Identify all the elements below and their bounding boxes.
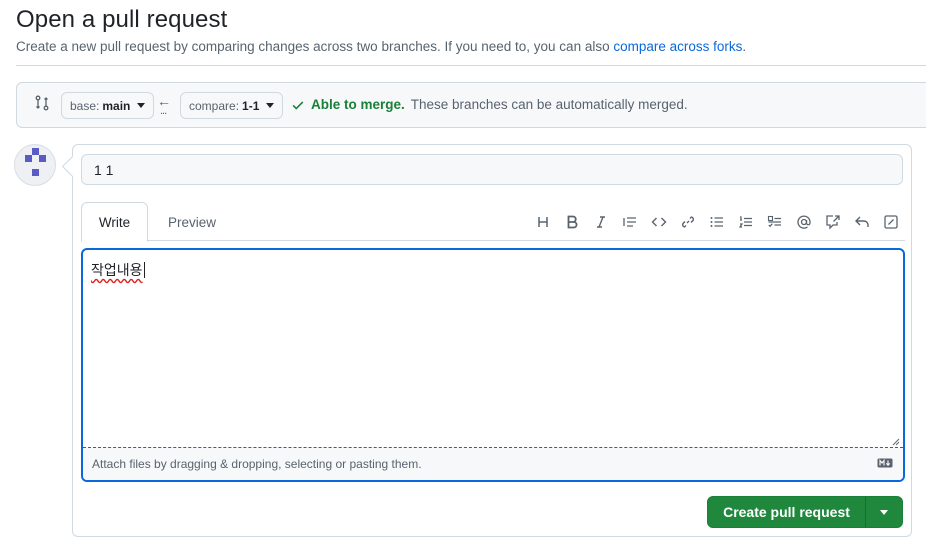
comment-body-text: 작업내용 <box>91 263 143 279</box>
compare-across-forks-link[interactable]: compare across forks <box>613 39 742 54</box>
merge-status-label: Able to merge. <box>311 97 405 112</box>
attach-files-bar[interactable]: Attach files by dragging & dropping, sel… <box>83 447 903 480</box>
heading-icon[interactable] <box>528 212 557 232</box>
link-icon[interactable] <box>673 212 702 232</box>
markdown-icon[interactable] <box>877 458 893 468</box>
bold-icon[interactable] <box>557 212 586 232</box>
resize-handle-icon[interactable] <box>892 438 900 446</box>
ordered-list-icon[interactable] <box>731 212 760 232</box>
git-compare-icon <box>35 95 49 111</box>
comment-editor[interactable]: 작업내용 Attach files by dragging & dropping… <box>81 248 905 482</box>
cross-reference-icon[interactable] <box>818 212 847 232</box>
create-pull-request-button[interactable]: Create pull request <box>707 496 903 528</box>
mention-icon[interactable] <box>789 212 818 232</box>
chevron-down-icon <box>137 103 146 108</box>
tab-preview[interactable]: Preview <box>155 202 229 242</box>
compare-value: 1-1 <box>242 98 260 113</box>
create-options-dropdown[interactable] <box>866 497 902 527</box>
fullscreen-icon[interactable] <box>876 212 905 232</box>
divider <box>16 65 926 66</box>
base-label: base: <box>70 98 100 113</box>
merge-status-message: These branches can be automatically merg… <box>410 97 688 112</box>
create-pull-request-label[interactable]: Create pull request <box>708 497 866 527</box>
chevron-down-icon <box>880 509 888 515</box>
pull-request-composer: Write Preview <box>72 144 912 537</box>
chevron-down-icon <box>266 103 275 108</box>
subtitle-text: Create a new pull request by comparing c… <box>16 39 614 54</box>
code-icon[interactable] <box>644 212 673 232</box>
attach-files-hint: Attach files by dragging & dropping, sel… <box>92 457 422 471</box>
branch-range-box: base: main ← ... compare: 1-1 Able to me… <box>16 82 926 128</box>
merge-status: Able to merge. These branches can be aut… <box>291 97 688 112</box>
italic-icon[interactable] <box>586 212 615 232</box>
page-title: Open a pull request <box>16 6 228 33</box>
base-value: main <box>102 98 131 113</box>
base-branch-select[interactable]: base: main <box>61 92 155 119</box>
text-cursor <box>143 262 145 278</box>
markdown-toolbar <box>528 212 905 232</box>
page-subtitle: Create a new pull request by comparing c… <box>16 39 746 54</box>
subtitle-end: . <box>742 39 747 54</box>
ellipsis-icon: ... <box>160 105 167 117</box>
avatar[interactable] <box>14 144 56 186</box>
unordered-list-icon[interactable] <box>702 212 731 232</box>
task-list-icon[interactable] <box>760 212 789 232</box>
reply-icon[interactable] <box>847 212 876 232</box>
compare-label: compare: <box>189 98 240 113</box>
check-icon <box>292 100 304 110</box>
comment-body[interactable]: 작업내용 <box>91 260 145 280</box>
quote-icon[interactable] <box>615 212 644 232</box>
compare-branch-select[interactable]: compare: 1-1 <box>180 92 284 119</box>
tab-write[interactable]: Write <box>81 202 148 242</box>
pr-title-input[interactable] <box>81 154 903 185</box>
editor-tabs: Write Preview <box>81 202 905 242</box>
